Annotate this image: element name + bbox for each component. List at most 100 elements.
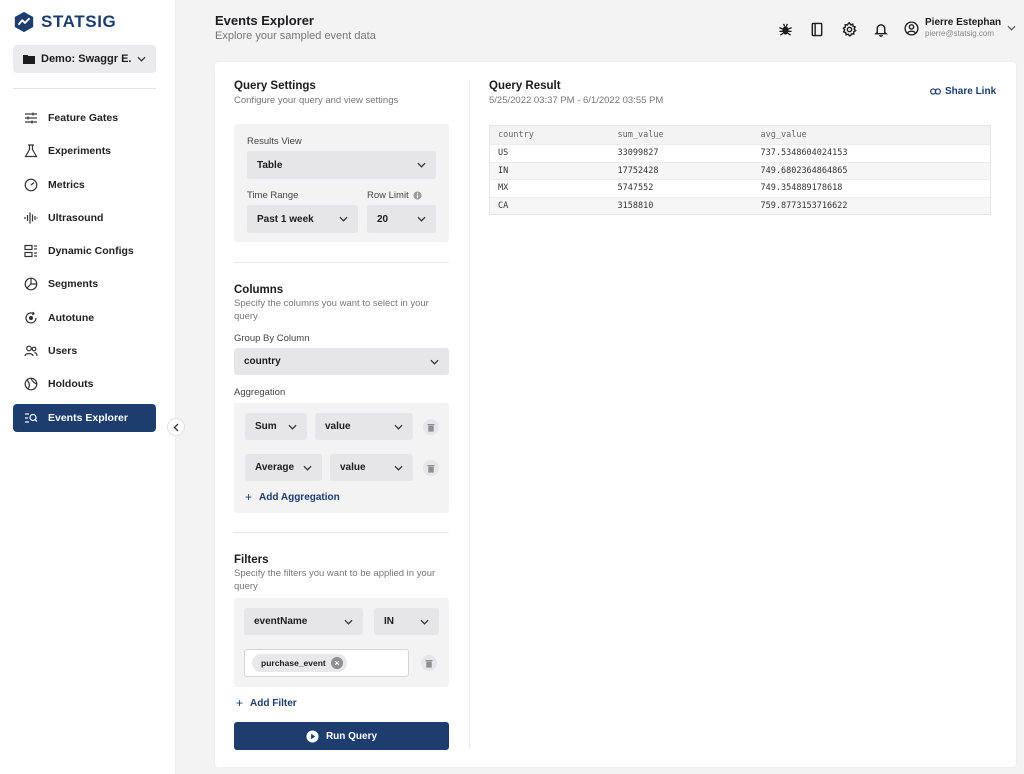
table-row: MX 5747552 749.354889178618 (489, 179, 991, 197)
holdouts-icon (24, 377, 38, 391)
filter-values-input[interactable]: purchase_event (244, 649, 409, 677)
sidebar-item-label: Metrics (48, 178, 85, 191)
row-limit-select[interactable]: 20 (367, 205, 436, 233)
columns-title: Columns (234, 284, 284, 296)
share-link-label: Share Link (945, 86, 997, 97)
remove-chip-button[interactable] (330, 657, 343, 669)
autotune-icon (25, 311, 37, 324)
bell-icon (874, 23, 888, 37)
bug-button[interactable] (776, 20, 794, 38)
project-selector[interactable]: Demo: Swaggr E... (13, 45, 156, 73)
settings-button[interactable] (840, 20, 858, 38)
logo[interactable]: STATSIG (13, 11, 116, 33)
delete-filter-button[interactable] (421, 655, 437, 671)
chevron-down-icon (394, 424, 403, 430)
chevron-down-icon (288, 424, 297, 430)
results-view-select[interactable]: Table (247, 151, 436, 179)
sidebar-item-metrics[interactable]: Metrics (13, 171, 156, 199)
add-aggregation-button[interactable]: + Add Aggregation (245, 490, 340, 504)
aggregation-column-select[interactable]: value (315, 413, 413, 440)
sidebar-collapse-button[interactable] (167, 418, 185, 436)
section-divider (234, 532, 449, 533)
plus-icon: + (236, 696, 244, 710)
avatar-icon (904, 20, 919, 36)
sidebar-item-label: Holdouts (48, 378, 94, 391)
sidebar-item-label: Feature Gates (48, 112, 119, 124)
waveform-icon (24, 212, 38, 224)
aggregation-func-value: Average (255, 462, 295, 473)
info-icon[interactable] (413, 191, 422, 200)
query-settings-title: Query Settings (234, 80, 316, 92)
delete-aggregation-button[interactable] (423, 419, 439, 435)
aggregation-column-value: value (340, 462, 366, 473)
panel-divider (469, 80, 470, 748)
sidebar-item-segments[interactable]: Segments (13, 270, 156, 298)
columns-description: Specify the columns you want to select i… (234, 298, 429, 322)
user-info: Pierre Estephan pierre@statsig.com (925, 17, 1001, 39)
row-limit-label-group: Row Limit (367, 190, 422, 201)
chevron-down-icon (417, 162, 426, 168)
row-limit-label: Row Limit (367, 190, 409, 201)
chevron-down-icon (303, 465, 312, 471)
sidebar-item-ultrasound[interactable]: Ultrasound (13, 204, 156, 232)
sidebar-item-dynamic-configs[interactable]: Dynamic Configs (13, 237, 156, 265)
aggregation-column-select[interactable]: value (330, 454, 413, 481)
sidebar-item-autotune[interactable]: Autotune (13, 304, 156, 332)
sidebar-item-label: Segments (48, 278, 99, 291)
events-explorer-icon (25, 413, 38, 423)
query-settings-description: Configure your query and view settings (234, 95, 399, 106)
page-subtitle: Explore your sampled event data (215, 30, 376, 42)
sidebar-item-events-explorer[interactable]: Events Explorer (13, 403, 156, 432)
sidebar-item-feature-gates[interactable]: Feature Gates (13, 104, 156, 132)
group-by-value: country (244, 356, 281, 367)
group-by-label: Group By Column (234, 333, 310, 344)
chevron-down-icon (420, 619, 429, 625)
segments-icon (24, 278, 38, 291)
gear-icon (841, 21, 857, 37)
table-cell: 33099827 (609, 144, 753, 162)
user-name: Pierre Estephan (925, 17, 1002, 28)
sliders-icon (25, 112, 37, 124)
filter-field-select[interactable]: eventName (244, 608, 363, 635)
sidebar-item-experiments[interactable]: Experiments (13, 137, 156, 165)
notifications-button[interactable] (872, 20, 890, 38)
chevron-down-icon (417, 216, 426, 222)
docs-button[interactable] (808, 20, 826, 38)
chevron-down-icon (137, 56, 146, 62)
chevron-left-icon (173, 423, 179, 431)
chevron-down-icon (394, 465, 403, 471)
table-cell: IN (489, 161, 610, 180)
filter-value-label: purchase_event (261, 658, 326, 668)
filter-value-chip: purchase_event (252, 654, 347, 672)
column-header[interactable]: country (489, 125, 610, 145)
run-query-label: Run Query (325, 730, 378, 742)
column-header[interactable]: sum_value (609, 125, 753, 145)
table-cell: CA (489, 196, 610, 215)
delete-aggregation-button[interactable] (423, 460, 439, 476)
query-result-title: Query Result (489, 80, 561, 92)
statsig-logo-icon (14, 11, 34, 33)
add-filter-button[interactable]: + Add Filter (236, 696, 297, 710)
project-name: Demo: Swaggr E... (41, 53, 131, 65)
table-cell: MX (489, 179, 610, 197)
filter-operator-select[interactable]: IN (374, 608, 439, 635)
results-view-label: Results View (247, 136, 302, 147)
table-row: CA 3158810 759.8773153716622 (489, 196, 991, 215)
aggregation-func-select[interactable]: Sum (245, 413, 307, 440)
sidebar-item-users[interactable]: Users (13, 337, 156, 365)
sidebar-item-label: Autotune (48, 311, 95, 324)
link-icon (930, 88, 941, 95)
bug-icon (778, 23, 792, 36)
time-range-select[interactable]: Past 1 week (247, 205, 358, 233)
run-query-button[interactable]: Run Query (234, 722, 449, 750)
share-link-button[interactable]: Share Link (930, 86, 996, 97)
aggregation-func-value: Sum (255, 421, 277, 432)
table-row: IN 17752428 749.6802364864865 (489, 161, 991, 180)
group-by-select[interactable]: country (234, 348, 449, 375)
user-menu[interactable]: Pierre Estephan pierre@statsig.com (904, 17, 1016, 39)
column-header[interactable]: avg_value (752, 125, 991, 145)
user-email: pierre@statsig.com (925, 29, 995, 38)
aggregation-func-select[interactable]: Average (245, 454, 322, 481)
sidebar-item-holdouts[interactable]: Holdouts (13, 370, 156, 398)
filters-description: Specify the filters you want to be appli… (234, 568, 436, 592)
